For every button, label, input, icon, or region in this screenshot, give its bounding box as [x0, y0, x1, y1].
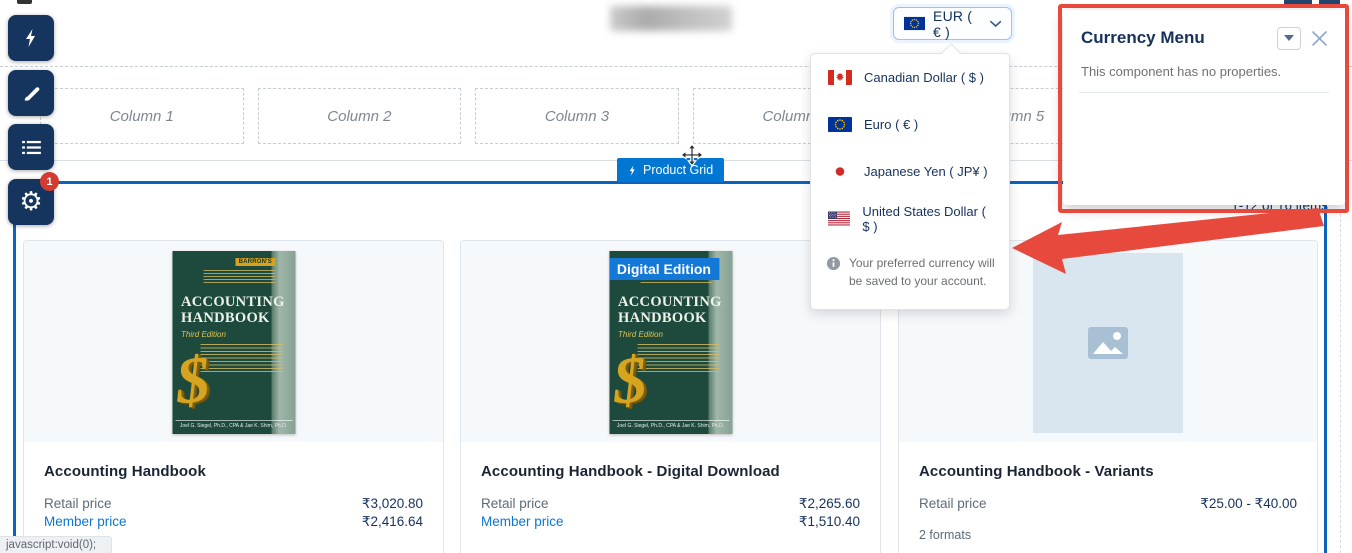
book-blurb [203, 270, 275, 283]
book-title: ACCOUNTINGHANDBOOK [618, 295, 722, 326]
panel-collapse-button[interactable] [1277, 27, 1301, 50]
top-right-cropped-icon [1284, 0, 1312, 5]
book-cover-image: BARRON'S ACCOUNTINGHANDBOOK Third Editio… [172, 251, 295, 434]
book-title: ACCOUNTINGHANDBOOK [181, 295, 285, 326]
sidebar-pages-button[interactable] [8, 124, 54, 170]
currency-selector-button[interactable]: EUR ( € ) [893, 7, 1012, 40]
currency-note-line: be saved to your account. [849, 274, 986, 288]
currency-note: Your preferred currency will be saved to … [811, 242, 1009, 290]
lightning-icon [628, 164, 637, 177]
dollar-symbol: $ [174, 347, 212, 415]
store-logo-blurred [610, 6, 732, 31]
retail-price-label: Retail price [481, 496, 549, 511]
browser-status-bar: javascript:void(0); [0, 536, 112, 553]
close-icon [1312, 31, 1327, 46]
dollar-symbol: $ [611, 347, 649, 415]
eu-flag-icon [828, 117, 852, 132]
page-builder-screen: EUR ( € ) ⚙ 1 Column 1 Column 2 Column 3… [0, 0, 1352, 553]
list-icon [22, 140, 41, 155]
retail-price-label: Retail price [919, 496, 987, 511]
product-title: Accounting Handbook [44, 463, 423, 480]
retail-price-label: Retail price [44, 496, 112, 511]
component-properties-panel: Currency Menu This component has no prop… [1063, 10, 1345, 205]
status-link-preview: javascript:void(0); [6, 539, 96, 551]
column-label: Column 1 [110, 108, 174, 125]
product-grid-component-label[interactable]: Product Grid [617, 158, 724, 182]
digital-edition-badge: Digital Edition [609, 258, 719, 280]
column-label: Column 3 [545, 108, 609, 125]
currency-option-label: Canadian Dollar ( $ ) [864, 70, 984, 85]
notification-badge: 1 [40, 172, 59, 191]
book-title-line: HANDBOOK [181, 310, 270, 326]
book-publisher: BARRON'S [236, 258, 275, 266]
currency-option-jpy[interactable]: Japanese Yen ( JP¥ ) [811, 148, 1009, 195]
retail-price-value: ₹2,265.60 [799, 496, 860, 512]
sidebar-theme-button[interactable] [8, 70, 54, 116]
book-blurb [200, 344, 282, 372]
formats-count: 2 formats [919, 528, 1297, 542]
panel-body-text: This component has no properties. [1063, 50, 1345, 79]
product-title: Accounting Handbook - Variants [919, 463, 1297, 480]
gear-icon: ⚙ [19, 189, 42, 215]
product-image-area: BARRON'S ACCOUNTINGHANDBOOK Third Editio… [24, 241, 443, 442]
eu-flag-icon [904, 15, 925, 32]
panel-close-button[interactable] [1307, 26, 1331, 50]
sidebar-components-button[interactable] [8, 15, 54, 61]
currency-option-label: United States Dollar ( $ ) [862, 204, 995, 234]
currency-option-usd[interactable]: United States Dollar ( $ ) [811, 195, 1009, 242]
member-price-value: ₹2,416.64 [362, 514, 423, 530]
column-label: Column 2 [327, 108, 391, 125]
member-price-link[interactable]: Member price [44, 514, 127, 529]
triangle-down-icon [1284, 35, 1294, 41]
right-dashed-guide [1340, 214, 1341, 553]
top-right-cropped-icon [1319, 0, 1340, 5]
panel-title: Currency Menu [1081, 28, 1277, 48]
currency-dropdown-menu: Canadian Dollar ( $ ) Euro ( € ) Japanes… [810, 53, 1010, 310]
currency-button-label: EUR ( € ) [933, 8, 982, 40]
member-price-link[interactable]: Member price [481, 514, 564, 529]
lightning-icon [23, 28, 39, 48]
product-card[interactable]: BARRON'S ACCOUNTINGHANDBOOK Third Editio… [23, 240, 444, 553]
selection-border-right [1324, 181, 1327, 553]
brush-icon [22, 84, 41, 103]
retail-price-value: ₹3,020.80 [362, 496, 423, 512]
currency-option-eur[interactable]: Euro ( € ) [811, 101, 1009, 148]
currency-note-text: Your preferred currency will be saved to … [849, 254, 995, 290]
image-placeholder [1033, 253, 1183, 433]
column-placeholder-2[interactable]: Column 2 [258, 88, 462, 144]
book-title-line: ACCOUNTING [618, 294, 722, 310]
product-title: Accounting Handbook - Digital Download [481, 463, 860, 480]
top-left-cropped-element [17, 0, 32, 4]
us-flag-icon [828, 211, 850, 226]
column-placeholder-1[interactable]: Column 1 [40, 88, 244, 144]
japan-flag-icon [828, 164, 852, 179]
book-edition: Third Edition [618, 330, 663, 339]
book-title-line: HANDBOOK [618, 310, 707, 326]
book-edition: Third Edition [181, 330, 226, 339]
currency-option-cad[interactable]: Canadian Dollar ( $ ) [811, 54, 1009, 101]
selection-border-left [13, 181, 16, 553]
currency-option-label: Japanese Yen ( JP¥ ) [864, 164, 988, 179]
currency-note-line: Your preferred currency will [849, 256, 995, 270]
book-blurb [637, 344, 719, 372]
column-placeholder-3[interactable]: Column 3 [475, 88, 679, 144]
currency-option-label: Euro ( € ) [864, 117, 918, 132]
canada-flag-icon [828, 70, 852, 85]
move-cursor-icon [679, 143, 705, 169]
book-authors: Joel G. Siegel, Ph.D., CPA & Jae K. Shim… [612, 420, 729, 429]
image-icon [1088, 327, 1128, 359]
book-authors: Joel G. Siegel, Ph.D., CPA & Jae K. Shim… [175, 420, 292, 429]
panel-divider [1079, 92, 1329, 93]
retail-price-value: ₹25.00 - ₹40.00 [1200, 496, 1297, 512]
chevron-down-icon [990, 20, 1001, 28]
info-icon [826, 256, 841, 271]
member-price-value: ₹1,510.40 [799, 514, 860, 530]
book-title-line: ACCOUNTING [181, 294, 285, 310]
